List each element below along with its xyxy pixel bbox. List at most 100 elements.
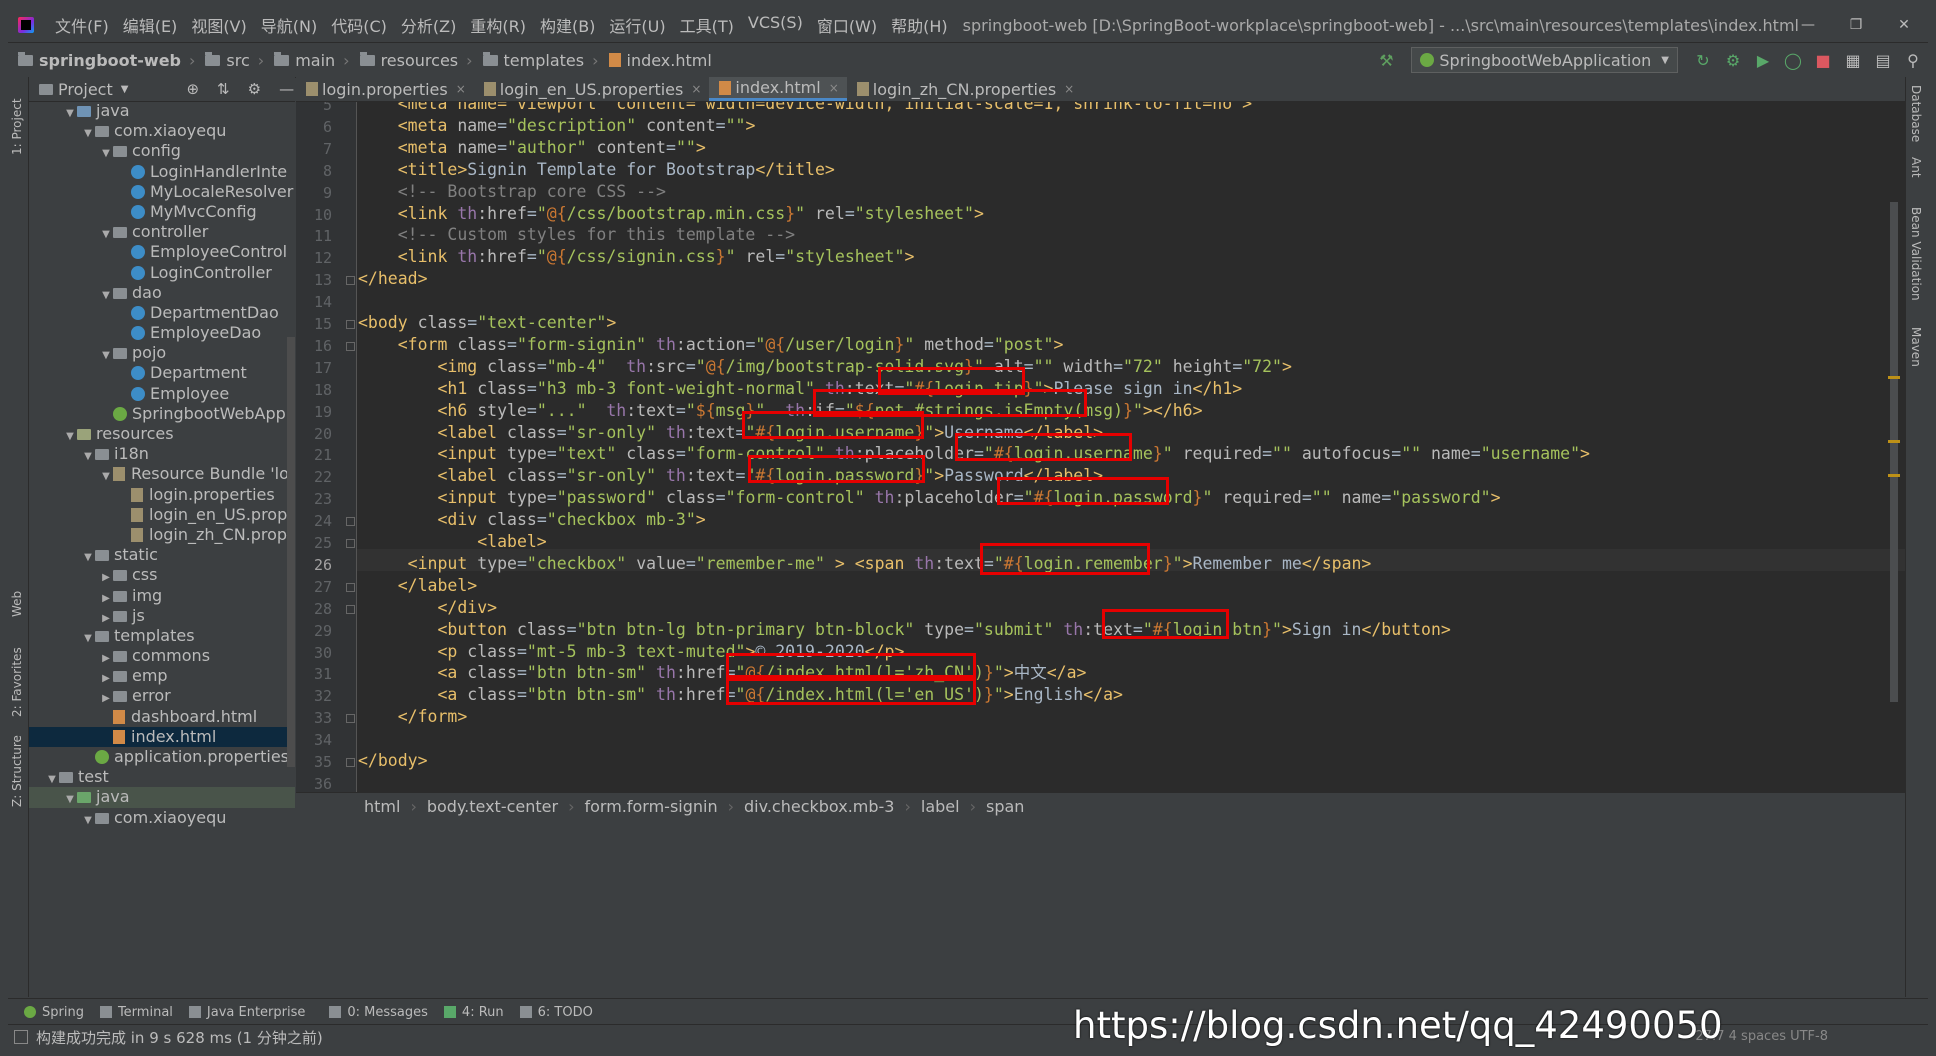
close-tab-icon[interactable]: ×	[829, 81, 839, 95]
build-hammer-icon[interactable]: ⚒	[1371, 51, 1401, 70]
run-config-select[interactable]: SpringbootWebApplication ▼	[1411, 47, 1678, 73]
stop-icon[interactable]: ■	[1808, 51, 1838, 70]
hide-icon[interactable]: —	[279, 80, 294, 98]
breadcrumb-item[interactable]: span	[976, 797, 1034, 816]
warning-marker[interactable]	[1888, 376, 1900, 379]
close-icon[interactable]: ✕	[1880, 8, 1928, 42]
tree-node[interactable]: ▼ test	[29, 767, 295, 787]
fold-marker-icon[interactable]	[346, 517, 355, 527]
favorites-tool-button[interactable]: 2: Favorites	[10, 637, 24, 717]
tree-node[interactable]: ▶ emp	[29, 666, 295, 686]
tree-node[interactable]: ▼ dao	[29, 283, 295, 303]
tree-node[interactable]: ▼ config	[29, 141, 295, 161]
collapse-all-icon[interactable]: ⇅	[217, 80, 230, 98]
tree-node[interactable]: dashboard.html	[29, 707, 295, 727]
menu-item[interactable]: 导航(N)	[254, 13, 324, 37]
database-tool-button[interactable]: Database	[1909, 85, 1923, 142]
menu-item[interactable]: 文件(F)	[48, 13, 116, 37]
tree-node[interactable]: login.properties	[29, 485, 295, 505]
bean-validation-tool-button[interactable]: Bean Validation	[1909, 207, 1923, 301]
gear-icon[interactable]: ⚙	[248, 80, 261, 98]
tree-node[interactable]: ▼ com.xiaoyequ	[29, 121, 295, 141]
project-scrollbar[interactable]	[287, 337, 295, 767]
nav-crumb[interactable]: springboot-web ›	[8, 51, 195, 70]
fold-marker-icon[interactable]	[346, 714, 355, 724]
close-tab-icon[interactable]: ×	[691, 82, 701, 96]
tree-node[interactable]: LoginHandlerInte	[29, 162, 295, 182]
bottom-tool-button[interactable]: 4: Run	[443, 1005, 504, 1020]
tree-node[interactable]: login_en_US.prop	[29, 505, 295, 525]
profile-icon[interactable]: ◯	[1778, 51, 1808, 70]
editor-tab[interactable]: login_zh_CN.properties ×	[847, 77, 1082, 101]
editor-scroll-thumb[interactable]	[1890, 202, 1898, 702]
menu-item[interactable]: 构建(B)	[533, 13, 602, 37]
editor-tab[interactable]: login.properties ×	[296, 77, 474, 101]
tree-node[interactable]: MyMvcConfig	[29, 202, 295, 222]
terminal-toggle-icon[interactable]: ▤	[1868, 51, 1898, 70]
tree-node[interactable]: ▼ controller	[29, 222, 295, 242]
locate-icon[interactable]: ⊕	[186, 80, 199, 98]
nav-crumb[interactable]: resources ›	[350, 51, 473, 70]
menu-item[interactable]: 代码(C)	[324, 13, 394, 37]
web-tool-button[interactable]: Web	[10, 577, 24, 617]
tree-node[interactable]: EmployeeDao	[29, 323, 295, 343]
breadcrumb-item[interactable]: html	[354, 797, 410, 816]
close-tab-icon[interactable]: ×	[1064, 82, 1074, 96]
bottom-tool-button[interactable]: 0: Messages	[329, 1005, 428, 1020]
bottom-tool-button[interactable]: 6: TODO	[519, 1005, 593, 1020]
tree-node[interactable]: ▼ java	[29, 101, 295, 121]
tree-node[interactable]: MyLocaleResolver	[29, 182, 295, 202]
bottom-tool-button[interactable]: Java Enterprise	[188, 1005, 305, 1020]
nav-crumb[interactable]: src ›	[195, 51, 264, 70]
tree-node[interactable]: DepartmentDao	[29, 303, 295, 323]
menu-item[interactable]: 分析(Z)	[394, 13, 463, 37]
maven-tool-button[interactable]: Maven	[1909, 327, 1923, 367]
nav-crumb[interactable]: templates ›	[473, 51, 599, 70]
nav-crumb[interactable]: index.html	[599, 51, 712, 70]
fold-marker-icon[interactable]	[346, 276, 355, 286]
editor-scrollbar[interactable]	[1888, 102, 1900, 792]
tree-node[interactable]: ▼ pojo	[29, 343, 295, 363]
tree-node[interactable]: ▼ static	[29, 545, 295, 565]
menu-item[interactable]: 重构(R)	[463, 13, 533, 37]
tree-node[interactable]: LoginController	[29, 263, 295, 283]
warning-marker[interactable]	[1888, 474, 1900, 477]
editor-tab[interactable]: index.html ×	[709, 77, 847, 101]
fold-marker-icon[interactable]	[346, 604, 355, 614]
ant-tool-button[interactable]: Ant	[1909, 157, 1923, 178]
minimize-icon[interactable]: —	[1784, 8, 1832, 42]
tree-node[interactable]: Employee	[29, 384, 295, 404]
menu-item[interactable]: 帮助(H)	[884, 13, 955, 37]
tree-node[interactable]: EmployeeControl	[29, 242, 295, 262]
bottom-tool-button[interactable]: Spring	[24, 1005, 84, 1020]
structure-tool-button[interactable]: Z: Structure	[10, 727, 24, 807]
coverage-icon[interactable]: ▶	[1748, 51, 1778, 70]
tree-node[interactable]: index.html	[29, 726, 295, 747]
expand-arrow-icon[interactable]: ▼	[81, 811, 95, 831]
menu-item[interactable]: 视图(V)	[184, 13, 253, 37]
tree-node[interactable]: ▶ css	[29, 565, 295, 585]
fold-marker-icon[interactable]	[346, 341, 355, 351]
close-tab-icon[interactable]: ×	[456, 82, 466, 96]
tree-node[interactable]: ▼ Resource Bundle 'log	[29, 464, 295, 484]
fold-marker-icon[interactable]	[346, 320, 355, 329]
fold-marker-icon[interactable]	[346, 539, 355, 548]
tree-node[interactable]: SpringbootWebAppl	[29, 404, 295, 424]
tree-node[interactable]: login_zh_CN.prop	[29, 525, 295, 545]
menu-item[interactable]: 编辑(E)	[116, 13, 185, 37]
fold-marker-icon[interactable]	[346, 582, 355, 592]
tree-node[interactable]: application.properties	[29, 747, 295, 767]
tool-windows-toggle-icon[interactable]	[14, 1030, 28, 1044]
project-structure-icon[interactable]: ▦	[1838, 51, 1868, 70]
menu-item[interactable]: VCS(S)	[741, 13, 810, 37]
tree-node[interactable]: ▼ java	[29, 787, 295, 808]
breadcrumb-item[interactable]: label	[911, 797, 970, 816]
fold-marker-icon[interactable]	[346, 758, 355, 767]
project-tool-button[interactable]: 1: Project	[10, 85, 24, 155]
tree-node[interactable]: ▼ templates	[29, 626, 295, 646]
breadcrumb-item[interactable]: form.form-signin	[574, 797, 727, 816]
code-editor[interactable]: 5 6 7 8 9 10 11 12 13 14 15 16 17 18 19 20 21 22 23 24 25 26 2…	[296, 102, 1906, 792]
tree-node[interactable]: ▶ error	[29, 686, 295, 706]
warning-marker[interactable]	[1888, 440, 1900, 443]
tree-node[interactable]: ▼ com.xiaoyequ	[29, 808, 295, 828]
